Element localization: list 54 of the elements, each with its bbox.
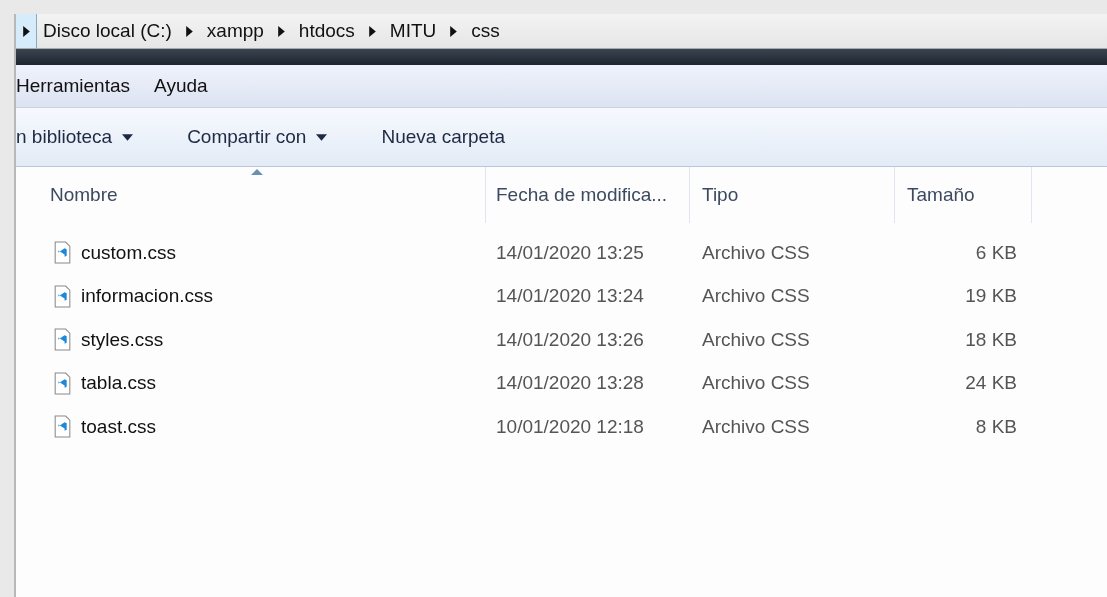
chevron-icon (22, 25, 30, 37)
toolbar-button[interactable]: Compartir con (187, 126, 328, 148)
file-row[interactable]: toast.css 10/01/2020 12:18 Archivo CSS 8 KB (16, 405, 1107, 449)
type-cell-text: Archivo CSS (701, 372, 811, 395)
caret-icon (122, 133, 134, 141)
file-row[interactable]: tabla.css 14/01/2020 13:28 Archivo CSS 24 KB (16, 361, 1107, 405)
date-cell-text: 14/01/2020 13:26 (495, 328, 645, 351)
breadcrumb-item[interactable]: xampp (206, 20, 264, 42)
column-header[interactable]: Nombre (16, 167, 486, 223)
toolbar-button[interactable]: Nueva carpeta (381, 126, 506, 148)
file-row[interactable]: styles.css 14/01/2020 13:26 Archivo CSS 18 KB (16, 318, 1107, 362)
file-icon (54, 371, 71, 395)
history-button[interactable] (16, 14, 37, 48)
file-icon (54, 284, 71, 308)
size-cell-text: 6 KB (974, 241, 1017, 264)
chevron-icon (277, 25, 285, 37)
type-cell-text: Archivo CSS (701, 328, 811, 351)
breadcrumb-item[interactable]: css (471, 20, 500, 42)
file-row[interactable]: informacion.css 14/01/2020 13:24 Archivo CSS 19 KB (16, 274, 1107, 318)
file-row[interactable]: custom.css 14/01/2020 13:25 Archivo CSS 6 KB (16, 231, 1107, 275)
column-header[interactable]: Fecha de modifica... (486, 167, 690, 223)
file-name: informacion.css (81, 285, 213, 308)
file-name: toast.css (81, 415, 156, 438)
type-cell-text: Archivo CSS (701, 285, 811, 308)
menu-item[interactable]: Herramientas (16, 75, 131, 97)
file-icon (54, 328, 71, 352)
size-cell-text: 8 KB (974, 415, 1017, 438)
chevron-icon (450, 25, 458, 37)
date-cell-text: 14/01/2020 13:25 (495, 241, 645, 264)
sort-arrow-icon (250, 169, 263, 175)
size-cell-text: 19 KB (964, 285, 1017, 308)
date-cell-text: 10/01/2020 12:18 (495, 415, 645, 438)
file-name: tabla.css (81, 372, 156, 395)
column-header[interactable]: Tamaño (895, 167, 1032, 223)
date-cell-text: 14/01/2020 13:24 (495, 285, 645, 308)
file-name: styles.css (81, 328, 164, 351)
type-cell-text: Archivo CSS (701, 241, 811, 264)
breadcrumb-item[interactable]: MITU (389, 20, 437, 42)
type-cell-text: Archivo CSS (701, 415, 811, 438)
toolbar-button[interactable]: n biblioteca (16, 126, 134, 148)
size-cell-text: 24 KB (964, 372, 1017, 395)
breadcrumb-item[interactable]: Disco local (C:) (43, 20, 172, 42)
caret-icon (316, 133, 328, 141)
column-header[interactable]: Tipo (690, 167, 895, 223)
breadcrumb-item[interactable]: htdocs (298, 20, 355, 42)
file-icon (54, 241, 71, 265)
file-name: custom.css (81, 241, 177, 264)
file-icon (54, 415, 71, 439)
date-cell-text: 14/01/2020 13:28 (495, 372, 645, 395)
size-cell-text: 18 KB (964, 328, 1017, 351)
address-bar[interactable]: Disco local (C:) xampp htdocs MITU css (16, 14, 1107, 49)
menu-item[interactable]: Ayuda (154, 75, 208, 97)
chevron-icon (185, 25, 193, 37)
chevron-icon (368, 25, 376, 37)
